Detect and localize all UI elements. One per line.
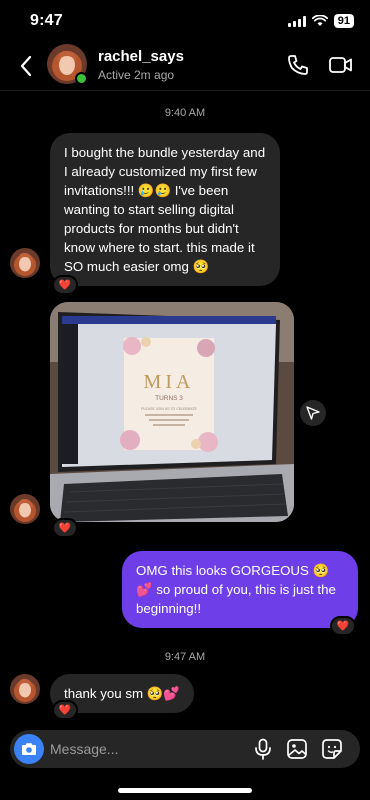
message-input[interactable] — [50, 730, 240, 768]
camera-button[interactable] — [14, 734, 44, 764]
wifi-icon — [311, 15, 328, 26]
status-icons: 91 — [287, 14, 354, 28]
camera-icon — [22, 743, 36, 755]
heart-reaction[interactable]: ❤️ — [52, 275, 78, 295]
gallery-button[interactable] — [286, 738, 308, 760]
invite-line: TURNS 3 — [155, 395, 183, 402]
invite-details: PLEASE JOIN US TO CELEBRATE — [141, 407, 197, 411]
sender-avatar[interactable] — [10, 248, 40, 278]
contact-username[interactable]: rachel_says — [98, 48, 184, 65]
heart-reaction[interactable]: ❤️ — [52, 700, 78, 720]
audio-call-button[interactable] — [286, 53, 310, 77]
home-indicator — [118, 788, 252, 793]
sticker-button[interactable] — [321, 738, 343, 760]
sticker-icon — [322, 739, 342, 759]
phone-icon — [288, 55, 308, 75]
photo-message[interactable]: MIA TURNS 3 PLEASE JOIN US TO CELEBRATE — [50, 302, 294, 522]
laptop-photo: MIA TURNS 3 PLEASE JOIN US TO CELEBRATE — [50, 302, 294, 522]
heart-reaction[interactable]: ❤️ — [330, 616, 356, 636]
header-divider — [0, 90, 370, 91]
send-icon — [306, 406, 320, 420]
sender-avatar[interactable] — [10, 674, 40, 704]
back-button[interactable] — [14, 52, 38, 80]
microphone-icon — [255, 738, 271, 760]
message-timestamp: 9:47 AM — [164, 651, 206, 663]
chat-header: rachel_says Active 2m ago — [0, 44, 370, 88]
invite-name: MIA — [144, 371, 195, 393]
battery-indicator: 91 — [333, 14, 354, 28]
voice-message-button[interactable] — [252, 738, 274, 760]
message-timestamp: 9:40 AM — [164, 107, 206, 119]
incoming-message[interactable]: I bought the bundle yesterday and I alre… — [50, 133, 280, 286]
video-call-button[interactable] — [328, 54, 354, 76]
heart-reaction[interactable]: ❤️ — [52, 518, 78, 538]
share-button[interactable] — [300, 400, 326, 426]
online-indicator — [75, 72, 88, 85]
message-composer — [10, 730, 360, 768]
chevron-left-icon — [20, 55, 32, 77]
image-icon — [287, 739, 307, 759]
video-camera-icon — [329, 57, 352, 73]
cellular-signal-icon — [287, 15, 306, 27]
status-time: 9:47 — [30, 12, 63, 29]
contact-active-status: Active 2m ago — [98, 68, 175, 82]
status-bar: 9:47 91 — [0, 0, 370, 44]
sender-avatar[interactable] — [10, 494, 40, 524]
outgoing-message[interactable]: OMG this looks GORGEOUS 🥺💕 so proud of y… — [122, 551, 358, 628]
